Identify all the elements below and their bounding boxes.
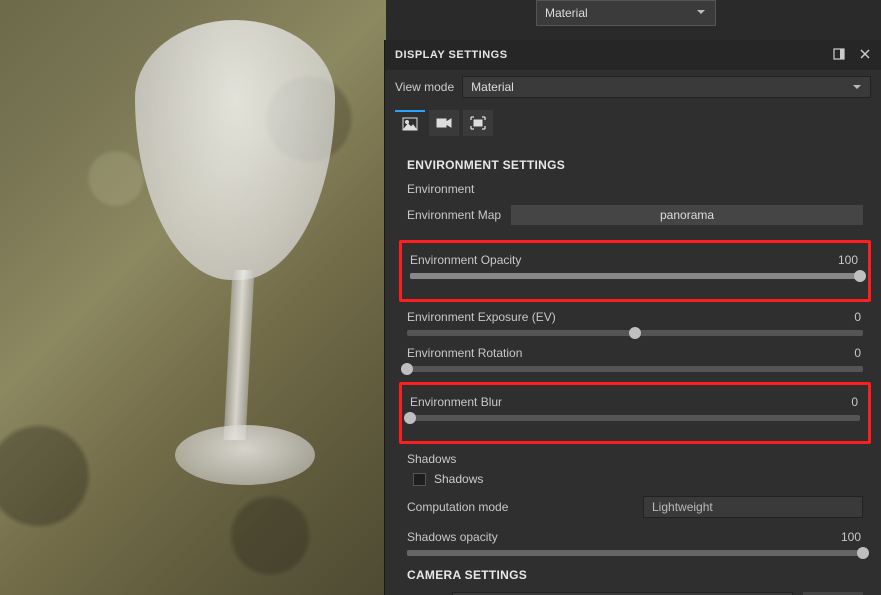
env-blur-highlight: Environment Blur 0 <box>399 382 871 444</box>
camera-icon <box>436 116 452 130</box>
env-opacity-slider: Environment Opacity 100 <box>410 253 860 279</box>
viewmode-row: View mode Material <box>385 70 881 104</box>
tab-camera[interactable] <box>429 110 459 136</box>
env-map-value: panorama <box>660 208 714 222</box>
env-blur-value[interactable]: 0 <box>818 395 858 409</box>
shadows-opacity-value[interactable]: 100 <box>821 530 861 544</box>
shadows-opacity-track[interactable] <box>407 550 863 556</box>
shadows-checkbox[interactable]: Shadows <box>413 472 863 486</box>
checkbox-box <box>413 473 426 486</box>
computation-mode-select[interactable]: Lightweight <box>643 496 863 518</box>
close-icon[interactable] <box>859 48 871 63</box>
env-rotation-value[interactable]: 0 <box>821 346 861 360</box>
tab-render[interactable] <box>463 110 493 136</box>
shadows-opacity-label: Shadows opacity <box>407 530 498 544</box>
env-blur-track[interactable] <box>410 415 860 421</box>
env-section-title: ENVIRONMENT SETTINGS <box>407 158 863 172</box>
shadows-checkbox-label: Shadows <box>434 472 483 486</box>
settings-tabs <box>385 104 881 146</box>
env-opacity-highlight: Environment Opacity 100 <box>399 240 871 302</box>
mesh-preview <box>120 20 350 540</box>
viewport-shading-dropdown[interactable]: Material <box>536 0 716 26</box>
chevron-down-icon <box>695 6 707 21</box>
env-map-field[interactable]: panorama <box>511 205 863 225</box>
env-opacity-value[interactable]: 100 <box>818 253 858 267</box>
env-map-row: Environment Map panorama <box>407 202 863 228</box>
viewmode-value: Material <box>471 80 514 94</box>
viewport-shading-value: Material <box>545 6 588 20</box>
chevron-down-icon <box>852 82 862 92</box>
env-blur-slider: Environment Blur 0 <box>410 395 860 421</box>
panel-title: DISPLAY SETTINGS <box>395 49 508 61</box>
env-rotation-label: Environment Rotation <box>407 346 522 360</box>
computation-mode-label: Computation mode <box>407 500 508 514</box>
env-exposure-slider: Environment Exposure (EV) 0 <box>407 310 863 336</box>
camera-section-title: CAMERA SETTINGS <box>407 568 863 582</box>
env-exposure-value[interactable]: 0 <box>821 310 861 324</box>
env-blur-label: Environment Blur <box>410 395 502 409</box>
computation-mode-value: Lightweight <box>652 500 713 514</box>
shadows-opacity-slider: Shadows opacity 100 <box>407 530 863 556</box>
env-rotation-slider: Environment Rotation 0 <box>407 346 863 372</box>
env-rotation-track[interactable] <box>407 366 863 372</box>
env-opacity-label: Environment Opacity <box>410 253 521 267</box>
computation-mode-row: Computation mode Lightweight <box>407 496 863 518</box>
env-exposure-label: Environment Exposure (EV) <box>407 310 556 324</box>
viewport-3d[interactable] <box>0 0 386 595</box>
tab-environment[interactable] <box>395 110 425 136</box>
image-icon <box>402 117 418 131</box>
display-settings-panel: DISPLAY SETTINGS View mode Material <box>384 40 881 595</box>
env-group-label: Environment <box>407 182 863 196</box>
viewmode-label: View mode <box>395 80 454 94</box>
settings-scroll: ENVIRONMENT SETTINGS Environment Environ… <box>385 146 881 595</box>
env-opacity-track[interactable] <box>410 273 860 279</box>
app-root: Material DISPLAY SETTINGS View mode Mate… <box>0 0 881 595</box>
dock-icon[interactable] <box>833 48 845 63</box>
focus-icon <box>470 116 486 130</box>
panel-header: DISPLAY SETTINGS <box>385 40 881 70</box>
env-map-label: Environment Map <box>407 208 501 222</box>
shadows-group-label: Shadows <box>407 452 863 466</box>
env-exposure-track[interactable] <box>407 330 863 336</box>
viewmode-select[interactable]: Material <box>462 76 871 98</box>
